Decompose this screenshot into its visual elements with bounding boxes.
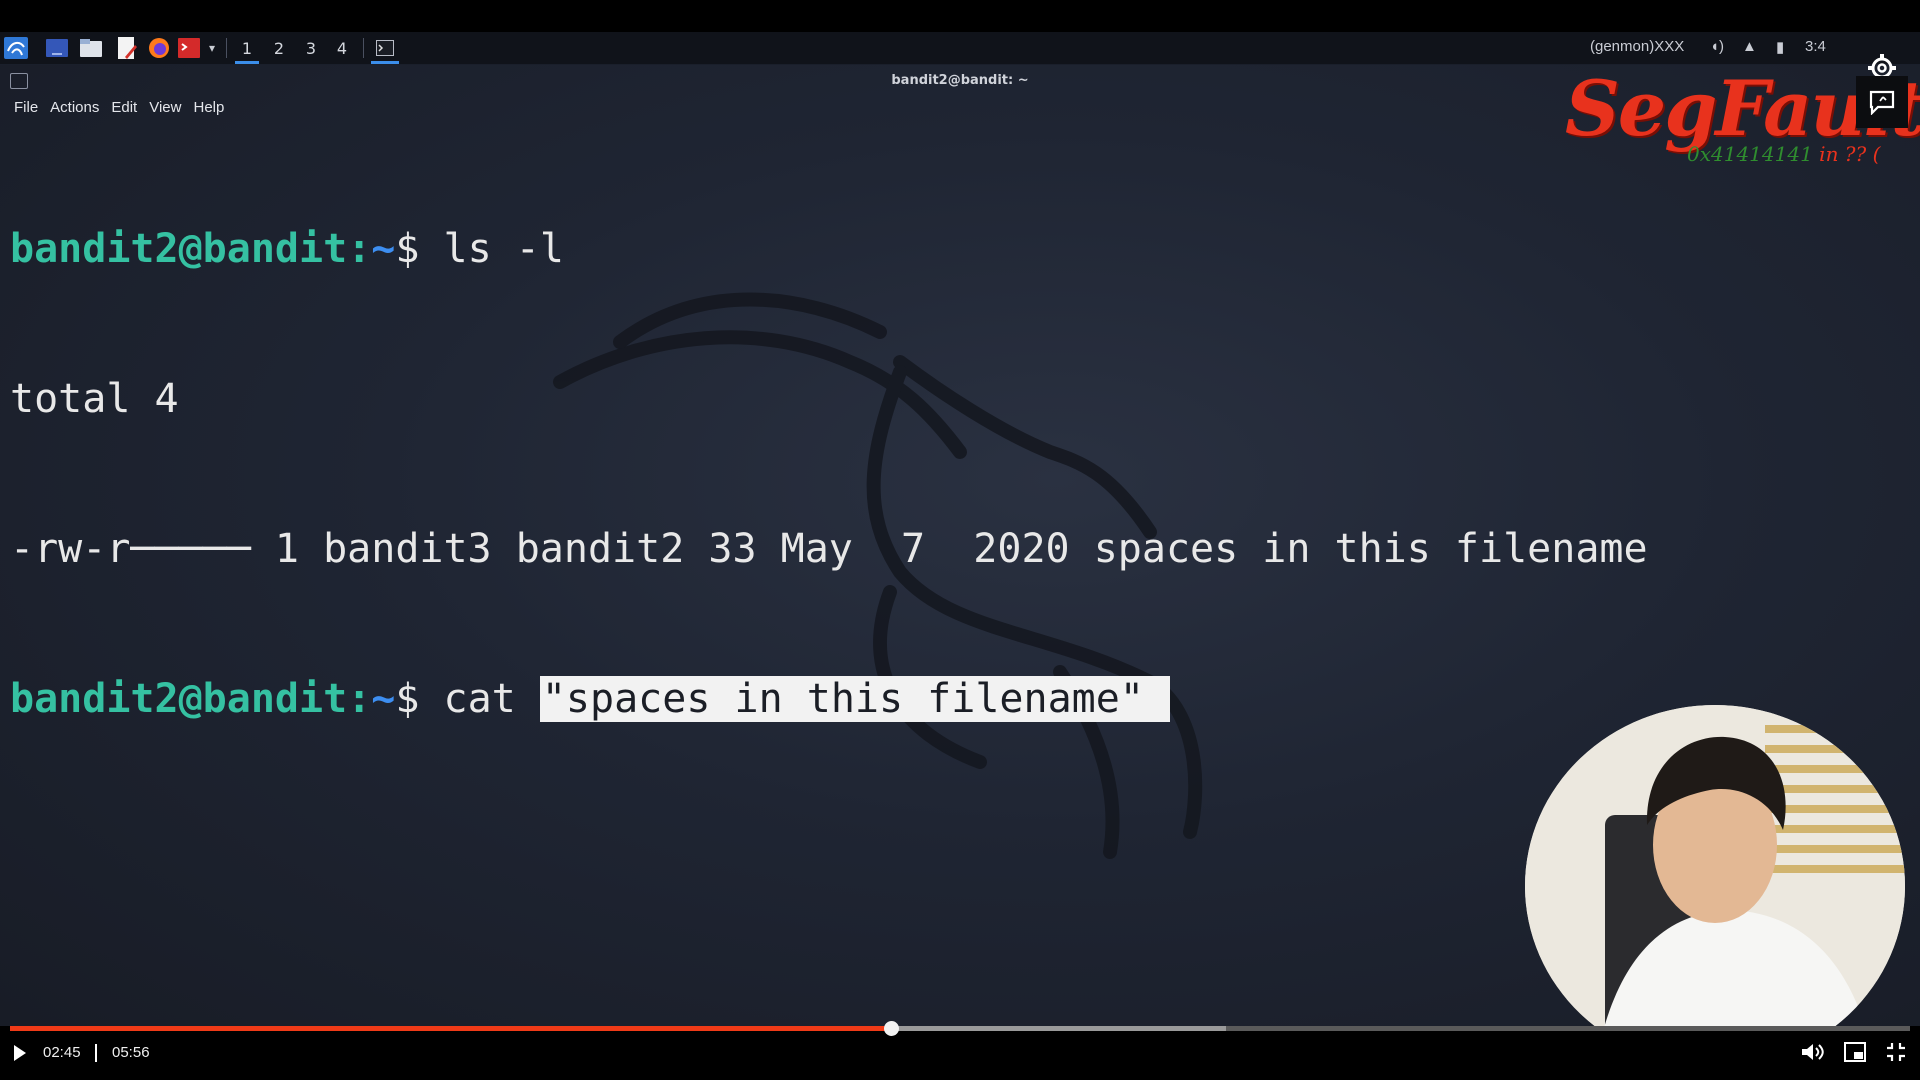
logo-subtitle: 0x41414141 in ?? ( xyxy=(1687,142,1880,166)
kali-menu-button[interactable] xyxy=(2,36,30,60)
video-letterbox-top xyxy=(0,0,1920,32)
text-editor-launcher[interactable] xyxy=(114,36,140,60)
comment-button[interactable] xyxy=(1856,76,1908,128)
terminal-red-icon xyxy=(178,38,200,58)
command-text: ls -l xyxy=(419,226,564,272)
miniplayer-button[interactable] xyxy=(1844,1042,1868,1064)
terminal-menubar: File Actions Edit View Help xyxy=(8,96,230,120)
prompt-user: bandit2@bandit: xyxy=(10,226,372,272)
prompt-user: bandit2@bandit: xyxy=(10,676,372,722)
duration: 05:56 xyxy=(112,1044,150,1061)
show-desktop-button[interactable] xyxy=(44,36,70,60)
command-text: cat xyxy=(419,676,540,722)
time-divider xyxy=(95,1044,97,1062)
exit-fullscreen-button[interactable] xyxy=(1886,1042,1910,1064)
folder-icon xyxy=(80,39,102,57)
logo-subtitle-hex: 0x41414141 xyxy=(1687,142,1813,166)
segfault-logo: SegFault 0x41414141 in ?? ( xyxy=(1565,64,1920,174)
terminal-line-2: total 4 xyxy=(10,376,179,422)
menu-view[interactable]: View xyxy=(143,96,187,120)
terminal-line-1: bandit2@bandit:~$ ls -l xyxy=(10,224,1890,274)
kali-menu-icon xyxy=(4,37,28,59)
prompt-path: ~ xyxy=(371,676,396,722)
desktop-screen: ▾ 1 2 3 4 (genmon)XXX ◖) ▲ ▮ 3:4 bandit2… xyxy=(0,32,1920,1026)
terminal-line-4: bandit2@bandit:~$ cat "spaces in this fi… xyxy=(10,674,1890,724)
volume-icon[interactable]: ◖) xyxy=(1710,38,1724,55)
terminal-launcher[interactable] xyxy=(176,36,202,60)
terminal-icon xyxy=(376,40,394,56)
panel-separator xyxy=(363,38,364,58)
xfce-panel: ▾ 1 2 3 4 (genmon)XXX ◖) ▲ ▮ 3:4 xyxy=(0,32,1920,65)
prompt-symbol: $ xyxy=(395,676,420,722)
prompt-symbol: $ xyxy=(395,226,420,272)
workspace-2[interactable]: 2 xyxy=(265,36,293,60)
firefox-icon xyxy=(149,38,169,58)
bell-icon[interactable]: ▲ xyxy=(1742,38,1757,55)
progress-played xyxy=(10,1026,891,1031)
miniplayer-icon xyxy=(1844,1042,1866,1062)
exit-fullscreen-icon xyxy=(1887,1043,1905,1061)
play-button[interactable] xyxy=(12,1044,32,1064)
menu-edit[interactable]: Edit xyxy=(105,96,143,120)
taskbar-terminal-window[interactable] xyxy=(369,36,401,64)
video-player-controls xyxy=(0,1026,1920,1080)
file-manager-launcher[interactable] xyxy=(78,36,104,60)
speaker-icon xyxy=(1802,1044,1824,1060)
genmon-text: (genmon)XXX xyxy=(1590,38,1685,55)
chevron-down-icon[interactable]: ▾ xyxy=(204,36,220,60)
comment-icon xyxy=(1869,90,1895,115)
firefox-launcher[interactable] xyxy=(146,36,172,60)
desktop-icon xyxy=(46,39,68,57)
current-time: 02:45 xyxy=(43,1044,81,1061)
terminal-output[interactable]: bandit2@bandit:~$ ls -l total 4 -rw-r───… xyxy=(10,124,1890,824)
menu-help[interactable]: Help xyxy=(187,96,230,120)
volume-button[interactable] xyxy=(1800,1042,1824,1064)
prompt-path: ~ xyxy=(371,226,396,272)
workspace-4[interactable]: 4 xyxy=(328,36,356,60)
text-editor-icon xyxy=(118,37,137,59)
panel-separator xyxy=(226,38,227,58)
menu-actions[interactable]: Actions xyxy=(44,96,105,120)
logo-subtitle-suffix: in ?? ( xyxy=(1812,142,1881,166)
terminal-line-3: -rw-r───── 1 bandit3 bandit2 33 May 7 20… xyxy=(10,526,1648,572)
battery-icon[interactable]: ▮ xyxy=(1776,38,1784,56)
workspace-1[interactable]: 1 xyxy=(233,36,261,64)
workspace-3[interactable]: 3 xyxy=(297,36,325,60)
play-icon xyxy=(14,1045,26,1061)
clock: 3:4 xyxy=(1805,38,1826,55)
menu-file[interactable]: File xyxy=(8,96,44,120)
progress-scrubber-handle[interactable] xyxy=(883,1021,899,1036)
selected-text[interactable]: "spaces in this filename" xyxy=(539,676,1170,722)
